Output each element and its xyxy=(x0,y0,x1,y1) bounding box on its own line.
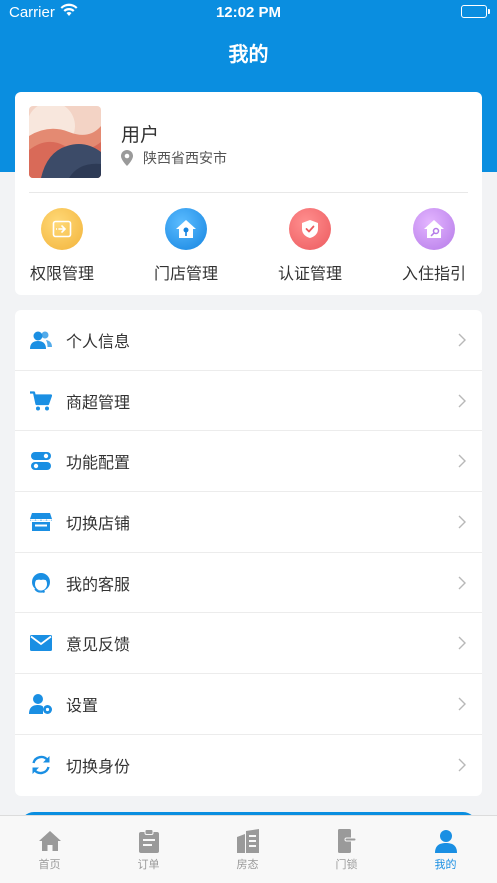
menu-item-supermarket-management[interactable]: 商超管理 xyxy=(15,371,482,432)
menu-item-feedback[interactable]: 意见反馈 xyxy=(15,614,482,675)
clock: 12:02 PM xyxy=(215,4,282,21)
quick-action-permissions[interactable]: 权限管理 xyxy=(12,208,112,284)
chevron-right-icon xyxy=(458,333,466,347)
location-pin-icon xyxy=(121,150,133,166)
tab-label: 订单 xyxy=(137,859,160,871)
divider xyxy=(29,192,468,193)
mail-icon xyxy=(29,631,53,655)
shield-check-icon xyxy=(289,208,331,250)
menu-item-switch-store[interactable]: 切换店铺 xyxy=(15,492,482,553)
quick-action-label: 认证管理 xyxy=(277,266,342,283)
menu-item-label: 个人信息 xyxy=(66,333,131,351)
sync-icon xyxy=(29,753,53,777)
tab-home[interactable]: 首页 xyxy=(0,828,99,872)
chevron-right-icon xyxy=(458,394,466,408)
chevron-right-icon xyxy=(458,515,466,529)
menu-item-personal-info[interactable]: 个人信息 xyxy=(15,310,482,371)
menu-item-customer-service[interactable]: 我的客服 xyxy=(15,553,482,614)
home-icon xyxy=(0,828,99,854)
profile-card: 用户 陕西省西安市 权限管理 门店管理 认证管理 入住指引 xyxy=(15,92,482,295)
chevron-right-icon xyxy=(458,576,466,590)
tab-bar: 首页 订单 房态 门锁 我的 xyxy=(0,815,497,883)
tab-door-lock[interactable]: 门锁 xyxy=(297,828,396,872)
menu-item-label: 切换身份 xyxy=(66,759,131,777)
menu-item-feature-config[interactable]: 功能配置 xyxy=(15,431,482,493)
door-lock-icon xyxy=(297,828,396,854)
status-bar: Carrier 12:02 PM xyxy=(0,0,497,26)
toggle-config-icon xyxy=(29,449,53,473)
tab-label: 房态 xyxy=(236,859,259,871)
tab-label: 门锁 xyxy=(335,859,358,871)
user-settings-icon xyxy=(29,692,53,716)
location-text: 陕西省西安市 xyxy=(143,150,227,166)
quick-action-label: 权限管理 xyxy=(29,266,94,283)
user-location: 陕西省西安市 xyxy=(121,148,227,168)
menu-item-label: 功能配置 xyxy=(66,455,131,473)
page-title: 我的 xyxy=(228,44,269,66)
permission-icon xyxy=(41,208,83,250)
storefront-icon xyxy=(29,510,53,534)
quick-action-store-management[interactable]: 门店管理 xyxy=(136,208,236,284)
chevron-right-icon xyxy=(458,636,466,650)
menu-item-label: 意见反馈 xyxy=(66,637,131,655)
menu-item-label: 我的客服 xyxy=(66,576,131,594)
menu-item-label: 切换店铺 xyxy=(66,515,131,533)
menu-item-settings[interactable]: 设置 xyxy=(15,674,482,735)
menu-list: 个人信息 商超管理 功能配置 切换店铺 我的客服 意见反馈 设置 切换身份 xyxy=(15,310,482,796)
tab-label: 首页 xyxy=(38,859,61,871)
user-name: 用户 xyxy=(121,125,160,146)
chevron-right-icon xyxy=(458,454,466,468)
person-icon xyxy=(396,828,495,854)
chevron-right-icon xyxy=(458,758,466,772)
chevron-right-icon xyxy=(458,697,466,711)
cart-icon xyxy=(29,389,53,413)
quick-action-label: 门店管理 xyxy=(153,266,218,283)
tab-label: 我的 xyxy=(434,859,457,871)
quick-action-label: 入住指引 xyxy=(401,266,466,283)
tab-room-status[interactable]: 房态 xyxy=(198,828,297,872)
clipboard-icon xyxy=(99,828,198,854)
tab-orders[interactable]: 订单 xyxy=(99,828,198,872)
battery-icon xyxy=(461,5,490,18)
menu-item-switch-identity[interactable]: 切换身份 xyxy=(15,735,482,796)
menu-item-label: 商超管理 xyxy=(66,394,131,412)
users-icon xyxy=(29,328,53,352)
menu-item-label: 设置 xyxy=(66,698,99,716)
avatar[interactable] xyxy=(29,106,101,178)
building-icon xyxy=(198,828,297,854)
quick-action-certification[interactable]: 认证管理 xyxy=(260,208,360,284)
tab-mine[interactable]: 我的 xyxy=(396,828,495,872)
home-key-icon xyxy=(413,208,455,250)
headset-agent-icon xyxy=(29,571,53,595)
store-home-icon xyxy=(165,208,207,250)
quick-action-check-in-guide[interactable]: 入住指引 xyxy=(384,208,484,284)
